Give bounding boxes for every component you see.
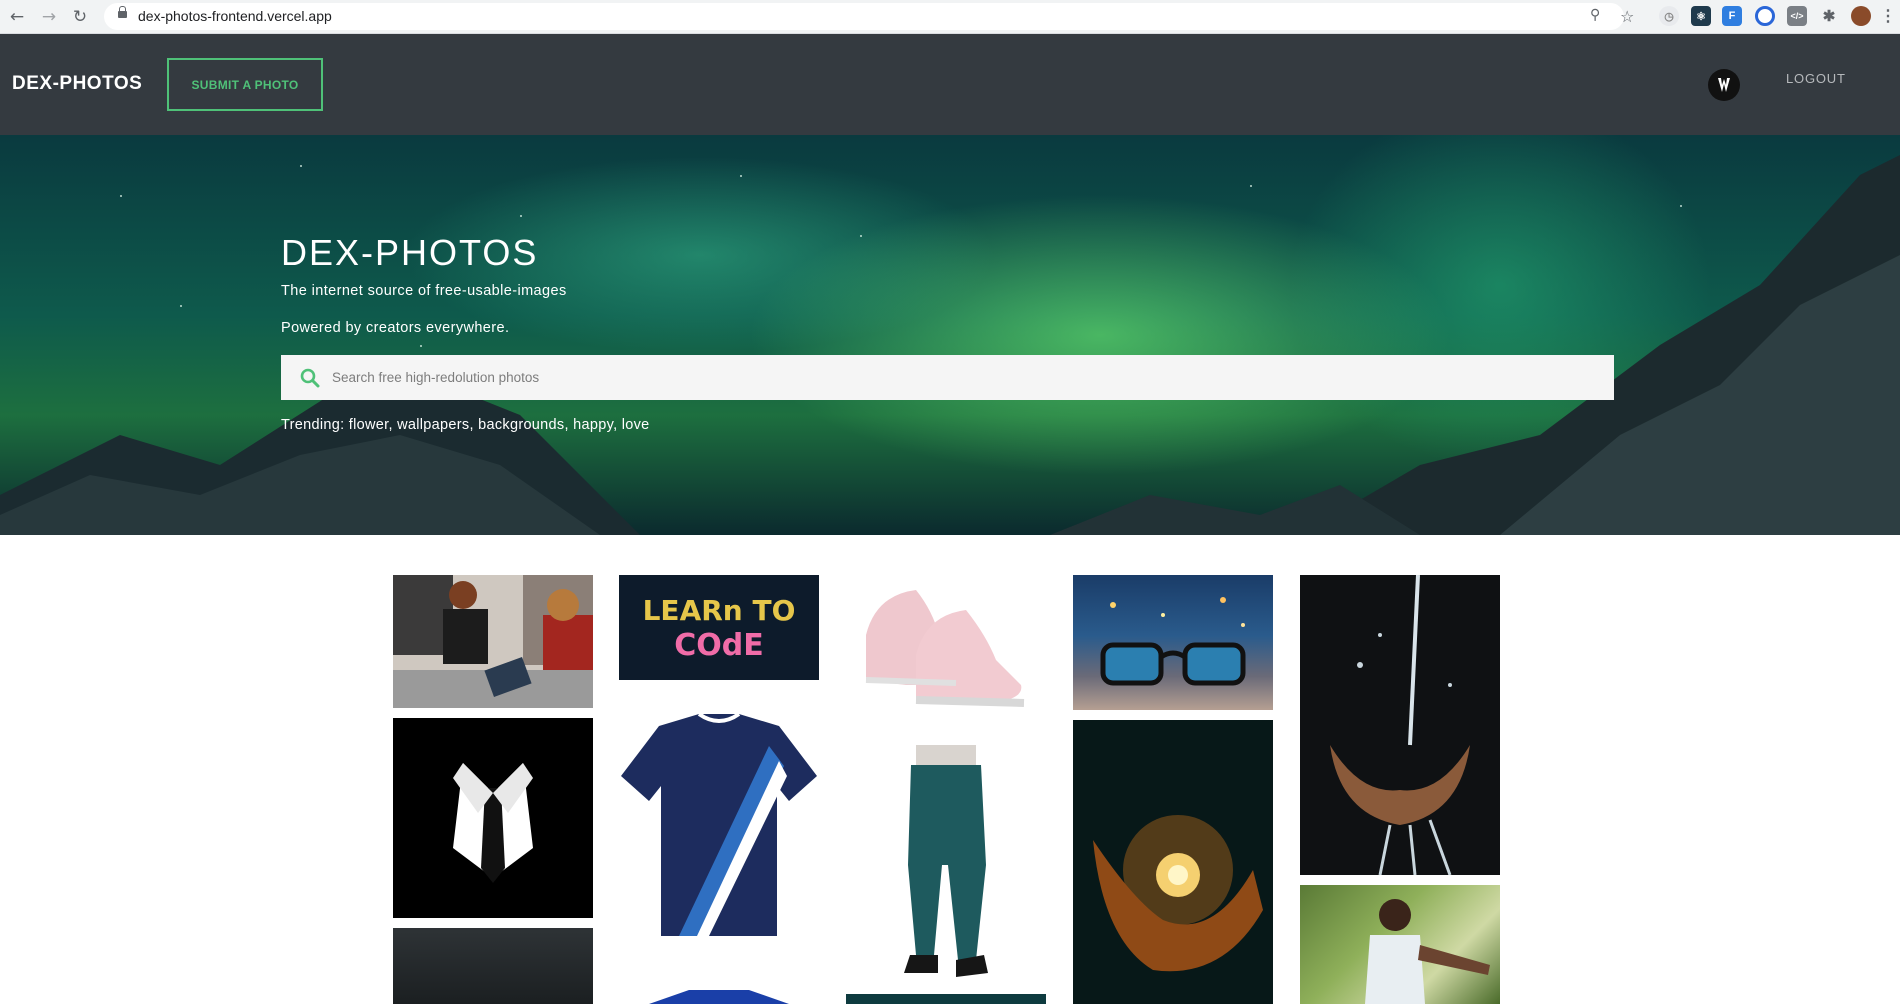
brand-logo[interactable]: DEX-PHOTOS (12, 73, 142, 95)
extension-ring-icon[interactable] (1755, 6, 1775, 26)
forward-icon[interactable]: → (36, 4, 62, 30)
user-avatar[interactable] (1708, 69, 1740, 101)
extension-f-icon[interactable]: F (1722, 6, 1742, 26)
trending-tag-love[interactable]: love (622, 417, 650, 433)
avatar-logo-icon (1718, 78, 1730, 92)
trending-tag-backgrounds[interactable]: backgrounds (478, 417, 564, 433)
key-icon[interactable]: ⚲ (1590, 7, 1600, 23)
hero-subtitle: The internet source of free-usable-image… (281, 283, 567, 299)
photo-blue-jersey[interactable] (619, 986, 819, 1004)
star-icon[interactable]: ☆ (1620, 7, 1634, 26)
search-input[interactable] (332, 370, 1572, 385)
browser-toolbar: ← → ↻ dex-photos-frontend.vercel.app ⚲ ☆… (0, 0, 1900, 34)
photo-glowing-bulb-in-hand[interactable] (1073, 720, 1273, 1004)
photo-teal-pants[interactable] (846, 745, 1046, 985)
trending-label: Trending: (281, 417, 345, 433)
app-header: DEX-PHOTOS SUBMIT A PHOTO LOGOUT (0, 34, 1900, 135)
photo-woman-outdoors[interactable] (1300, 885, 1500, 1004)
submit-photo-button[interactable]: SUBMIT A PHOTO (167, 58, 323, 111)
back-icon[interactable]: ← (4, 4, 30, 30)
lock-icon (118, 6, 127, 18)
url-text: dex-photos-frontend.vercel.app (138, 8, 332, 24)
photo-pink-sneakers[interactable] (846, 575, 1046, 725)
profile-avatar-icon[interactable] (1851, 6, 1871, 26)
svg-text:COdE: COdE (674, 628, 764, 663)
photo-dark-photo[interactable] (846, 994, 1046, 1004)
trending-tag-flower[interactable]: flower (349, 417, 389, 433)
extension-clock-icon[interactable]: ◷ (1659, 6, 1679, 26)
search-icon[interactable] (299, 367, 321, 389)
hero-banner: DEX-PHOTOS The internet source of free-u… (0, 135, 1900, 535)
trending-tag-wallpapers[interactable]: wallpapers (397, 417, 469, 433)
trending-tag-happy[interactable]: happy (573, 417, 613, 433)
svg-text:LEARn TO: LEARn TO (643, 594, 796, 627)
photo-woman-at-shop-counter[interactable] (393, 575, 593, 708)
logout-link[interactable]: LOGOUT (1786, 71, 1846, 86)
menu-dots-icon[interactable]: ⋮ (1878, 6, 1898, 26)
extension-react-icon[interactable]: ⚛ (1691, 6, 1711, 26)
address-bar[interactable]: dex-photos-frontend.vercel.app ⚲ (104, 3, 1624, 30)
hero-title: DEX-PHOTOS (281, 232, 539, 273)
photo-suit-and-tie[interactable] (393, 718, 593, 918)
photo-navy-jersey[interactable] (619, 706, 819, 946)
trending-list: Trending: flower, wallpapers, background… (281, 417, 650, 433)
photo-dark-water[interactable] (393, 928, 593, 1004)
photo-glasses-city-lights[interactable] (1073, 575, 1273, 710)
search-bar (281, 355, 1614, 400)
puzzle-icon[interactable]: ✱ (1819, 6, 1839, 26)
photo-learn-to-code[interactable]: LEARn TO COdE (619, 575, 819, 680)
hero-tagline: Powered by creators everywhere. (281, 320, 510, 336)
extension-code-icon[interactable]: </> (1787, 6, 1807, 26)
photo-hands-with-water[interactable] (1300, 575, 1500, 875)
reload-icon[interactable]: ↻ (67, 4, 93, 30)
